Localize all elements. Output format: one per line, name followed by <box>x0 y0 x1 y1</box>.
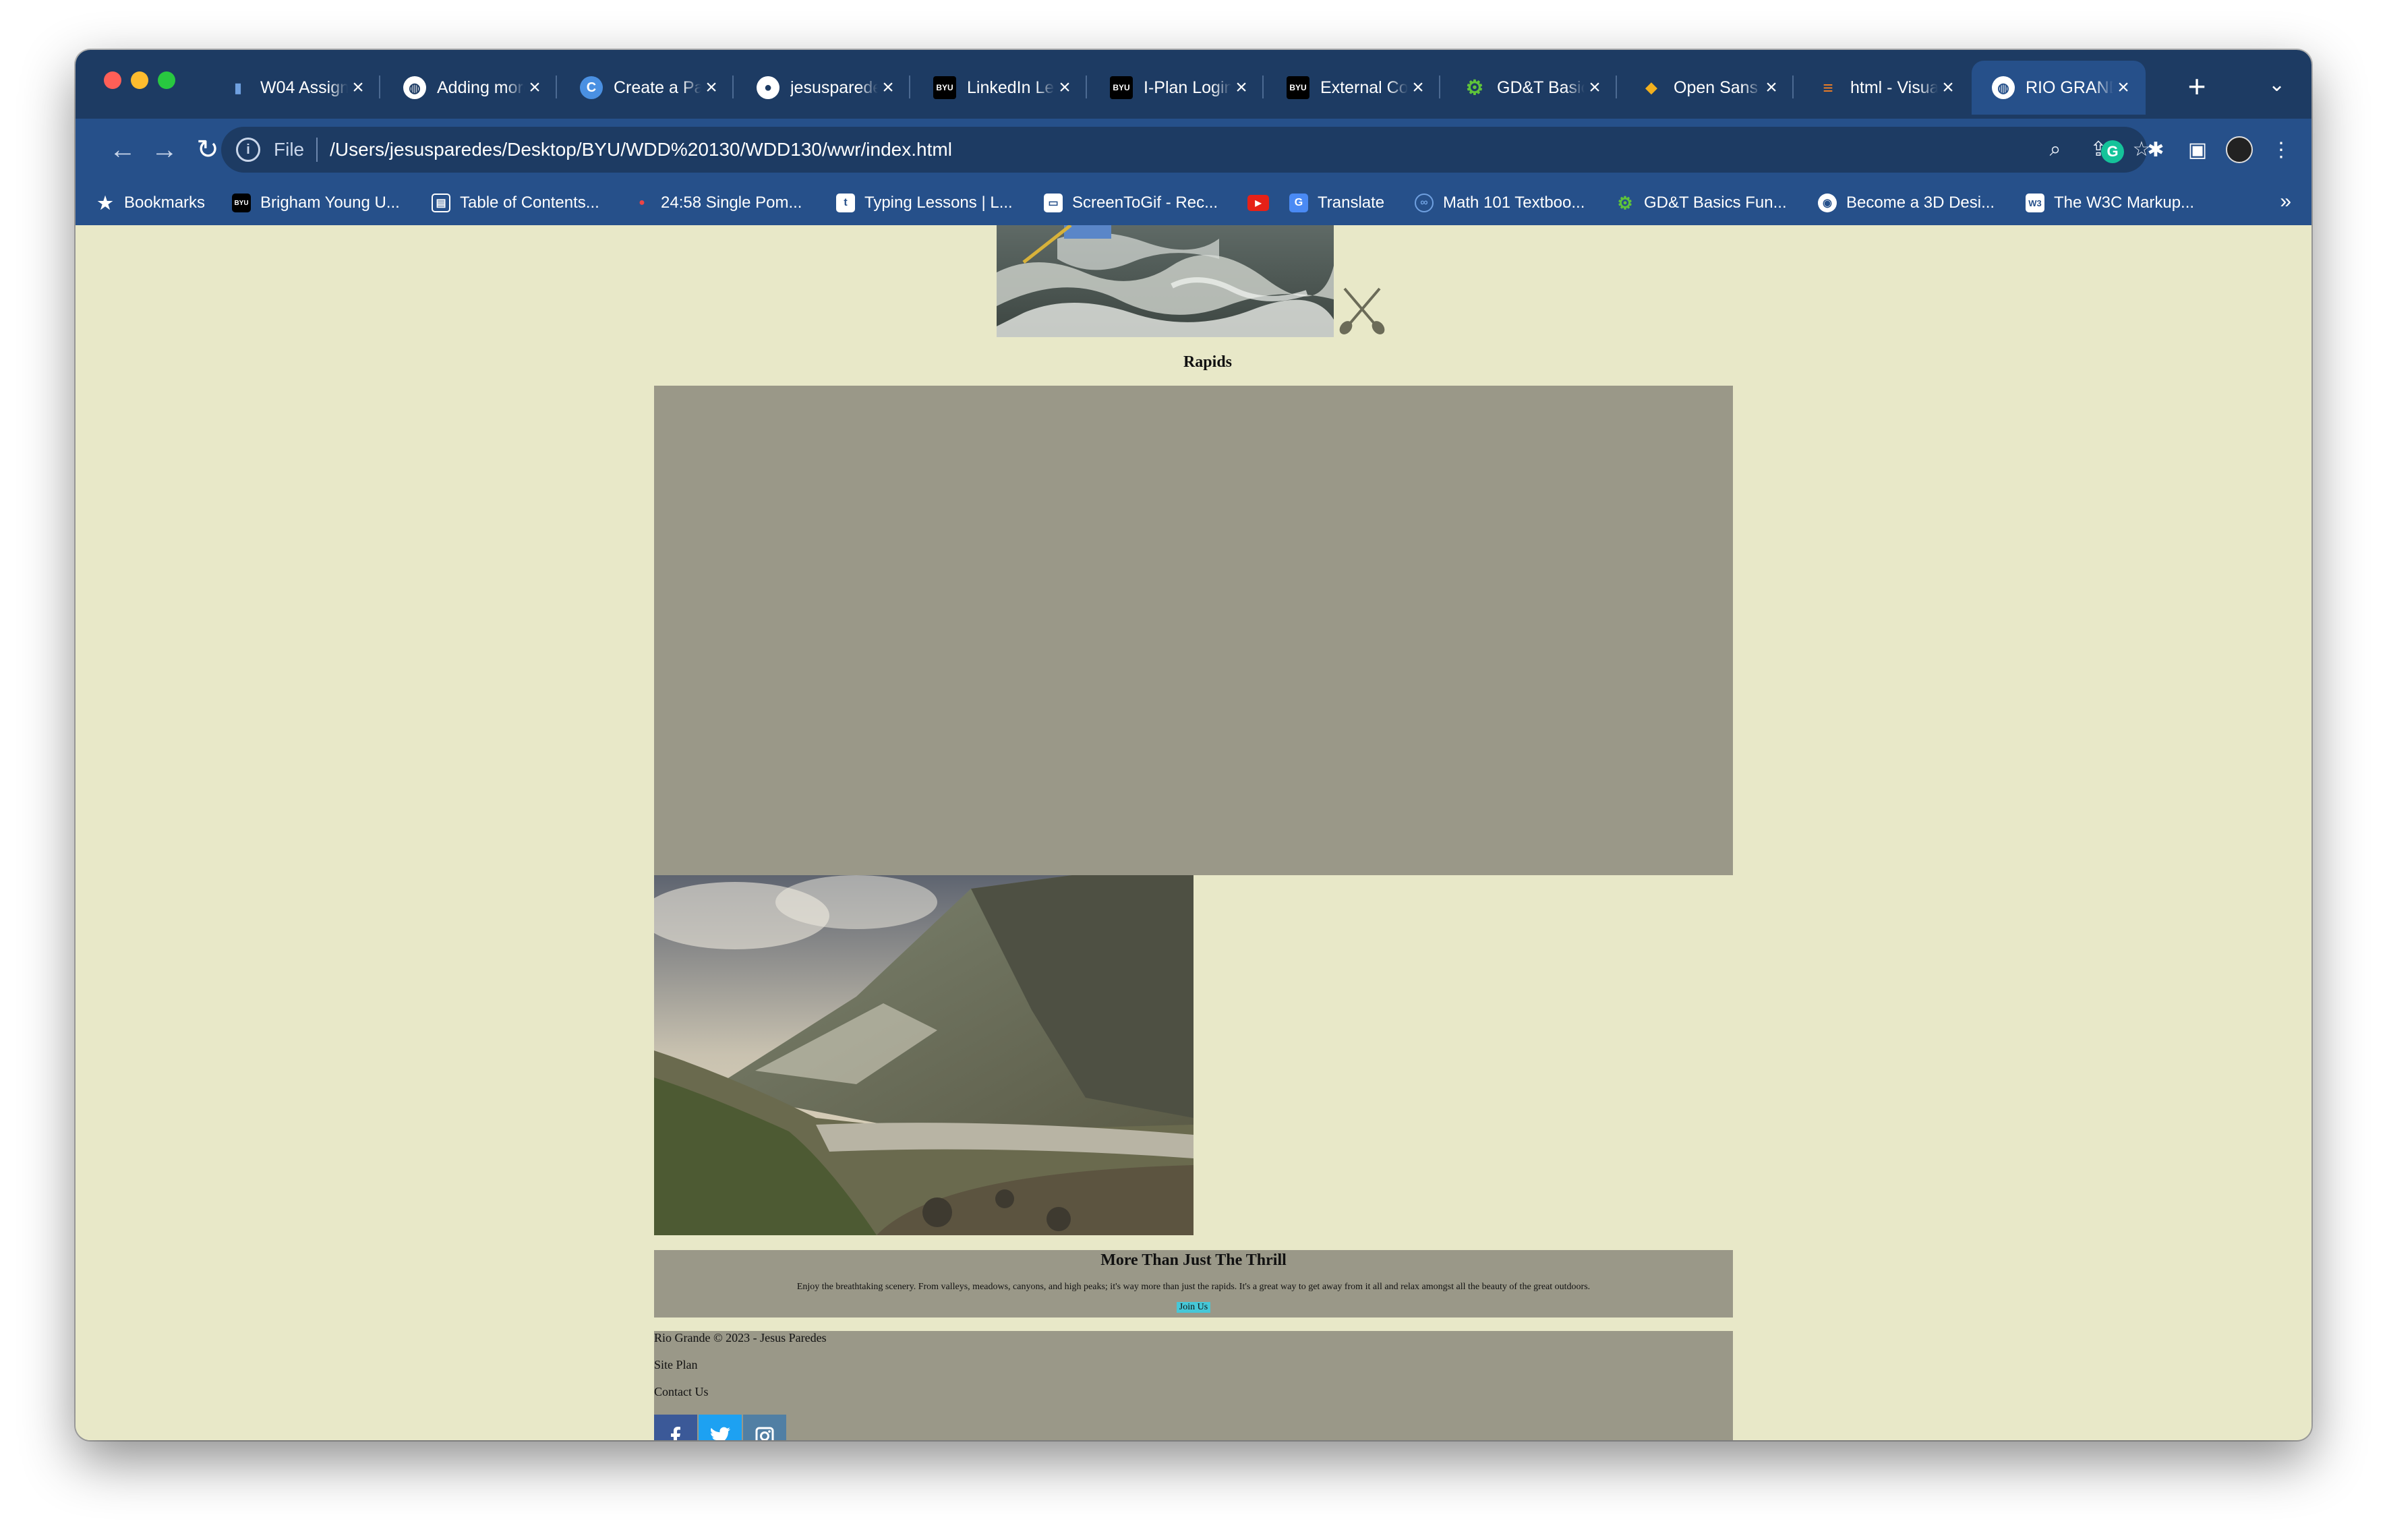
chart-icon: ▮ <box>234 80 242 96</box>
star-icon: ★ <box>97 192 113 213</box>
bookmark-brigham-young[interactable]: BYU Brigham Young U... <box>232 181 400 225</box>
thrill-description: Enjoy the breathtaking scenery. From val… <box>796 1282 1591 1292</box>
address-bar[interactable]: i File /Users/jesusparedes/Desktop/BYU/W… <box>221 127 2150 173</box>
bookmark-youtube[interactable]: ▶ <box>1247 181 1278 225</box>
thrill-section: More Than Just The Thrill Enjoy the brea… <box>654 1250 1733 1317</box>
footer: Rio Grande © 2023 - Jesus Paredes Site P… <box>654 1331 1733 1440</box>
tab-w04-assignment[interactable]: ▮ W04 Assignment × <box>206 61 380 115</box>
bookmark-typing-lessons[interactable]: t Typing Lessons | L... <box>836 181 1013 225</box>
join-us-button[interactable]: Join Us <box>1176 1302 1211 1313</box>
zoom-icon[interactable]: ⌕ <box>2042 136 2069 163</box>
avatar[interactable] <box>2225 136 2253 165</box>
c-logo-icon: C <box>580 76 603 99</box>
back-button[interactable]: ← <box>104 131 142 169</box>
bookmark-w3c-markup[interactable]: W3 The W3C Markup... <box>2026 181 2194 225</box>
tab-linkedin-learning[interactable]: BYU LinkedIn Learning × <box>913 61 1087 115</box>
tab-html-visual[interactable]: ≡ html - Visual × <box>1796 61 1970 115</box>
bookmarks-overflow-button[interactable]: » <box>2280 190 2291 213</box>
google-fonts-icon: ◆ <box>1645 79 1657 96</box>
math-icon: ∞ <box>1415 194 1434 212</box>
close-icon[interactable]: × <box>1761 76 1781 99</box>
bookmark-translate[interactable]: G Translate <box>1289 181 1384 225</box>
placeholder-panel <box>654 386 1733 875</box>
bookmarks-bar: ★ Bookmarks BYU Brigham Young U... ▤ Tab… <box>76 181 2311 225</box>
close-icon[interactable]: × <box>2113 76 2133 99</box>
bookmark-gdt-basics[interactable]: ⚙ GD&T Basics Fun... <box>1616 181 1786 225</box>
twitter-icon[interactable] <box>699 1415 742 1440</box>
book-icon: ▤ <box>432 194 450 212</box>
tab-open-sans[interactable]: ◆ Open Sans × <box>1620 61 1794 115</box>
instagram-icon[interactable] <box>743 1415 786 1440</box>
tomato-icon: ● <box>639 197 645 208</box>
rapids-caption: Rapids <box>1183 353 1233 371</box>
minimize-window-button[interactable] <box>131 71 148 89</box>
bookmark-screentogif[interactable]: ▭ ScreenToGif - Rec... <box>1044 181 1218 225</box>
more-menu-icon[interactable]: ⋮ <box>2267 136 2295 165</box>
url-text[interactable]: /Users/jesusparedes/Desktop/BYU/WDD%2013… <box>330 139 952 160</box>
globe-icon: ◍ <box>1992 76 2015 99</box>
screen-icon: ▭ <box>1044 194 1063 212</box>
youtube-icon: ▶ <box>1247 195 1269 211</box>
bookmark-folder[interactable]: ★ Bookmarks <box>96 181 205 225</box>
bookmark-table-of-contents[interactable]: ▤ Table of Contents... <box>432 181 599 225</box>
toolbar: ← → ↻ i File /Users/jesusparedes/Desktop… <box>76 119 2311 181</box>
maximize-window-button[interactable] <box>158 71 175 89</box>
linkedin-learning-icon: BYU <box>933 76 956 99</box>
close-icon[interactable]: × <box>1938 76 1958 99</box>
close-icon[interactable]: × <box>1231 76 1251 99</box>
close-window-button[interactable] <box>104 71 121 89</box>
close-icon[interactable]: × <box>1585 76 1605 99</box>
bookmark-pomodoro[interactable]: ● 24:58 Single Pom... <box>632 181 802 225</box>
tab-external-content[interactable]: BYU External Content × <box>1266 61 1440 115</box>
site-plan-link[interactable]: Site Plan <box>654 1358 698 1372</box>
forward-button[interactable]: → <box>146 131 183 169</box>
bookmark-3d-designer[interactable]: ◉ Become a 3D Desi... <box>1818 181 1995 225</box>
facebook-icon[interactable] <box>654 1415 697 1440</box>
globe-icon: ◍ <box>403 76 426 99</box>
close-icon[interactable]: × <box>525 76 545 99</box>
tab-create-a-page[interactable]: C Create a Page × <box>560 61 734 115</box>
info-icon[interactable]: i <box>236 138 260 162</box>
page-content: Rapids More Than Just The Thrill Enjoy t… <box>76 225 2311 1440</box>
side-panel-icon[interactable]: ▣ <box>2183 136 2212 165</box>
close-icon[interactable]: × <box>348 76 368 99</box>
tab-jesusparedes[interactable]: ● jesusparedes × <box>736 61 910 115</box>
translate-icon: G <box>1289 194 1308 212</box>
tab-rio-grande[interactable]: ◍ RIO GRANDE × <box>1972 61 2146 115</box>
close-icon[interactable]: × <box>1408 76 1428 99</box>
tab-gdt-basics[interactable]: ⚙ GD&T Basics × <box>1443 61 1617 115</box>
browser-window: ▮ W04 Assignment × ◍ Adding more × C Cre… <box>76 50 2311 1440</box>
close-icon[interactable]: × <box>878 76 898 99</box>
byu-icon: BYU <box>1110 76 1133 99</box>
gear-icon: ⚙ <box>1465 76 1484 99</box>
bookmark-math-101[interactable]: ∞ Math 101 Textboo... <box>1415 181 1585 225</box>
tab-adding-more[interactable]: ◍ Adding more × <box>383 61 557 115</box>
design-icon: ◉ <box>1818 194 1837 212</box>
tab-i-plan-login[interactable]: BYU I-Plan Login × <box>1090 61 1264 115</box>
w3c-icon: W3 <box>2026 194 2044 212</box>
paddles-icon <box>1338 286 1386 334</box>
mountain-valley-image <box>654 875 1194 1235</box>
thrill-heading: More Than Just The Thrill <box>1100 1251 1287 1269</box>
typing-icon: t <box>836 194 855 212</box>
stackoverflow-icon: ≡ <box>1823 77 1833 98</box>
gear-icon: ⚙ <box>1617 192 1633 213</box>
rapids-image <box>997 225 1334 337</box>
close-icon[interactable]: × <box>1055 76 1075 99</box>
byu-online-icon: BYU <box>1287 76 1309 99</box>
new-tab-button[interactable]: + <box>2177 66 2217 107</box>
tab-search-chevron-icon[interactable]: ⌄ <box>2268 73 2285 96</box>
extensions-icon[interactable]: ✱ <box>2142 136 2170 165</box>
github-icon: ● <box>757 76 779 99</box>
byu-icon: BYU <box>232 194 251 212</box>
tab-strip: ▮ W04 Assignment × ◍ Adding more × C Cre… <box>76 50 2311 119</box>
copyright: Rio Grande © 2023 - Jesus Paredes <box>654 1331 827 1344</box>
close-icon[interactable]: × <box>701 76 721 99</box>
contact-us-link[interactable]: Contact Us <box>654 1385 709 1399</box>
grammarly-icon[interactable]: G <box>2098 136 2127 165</box>
